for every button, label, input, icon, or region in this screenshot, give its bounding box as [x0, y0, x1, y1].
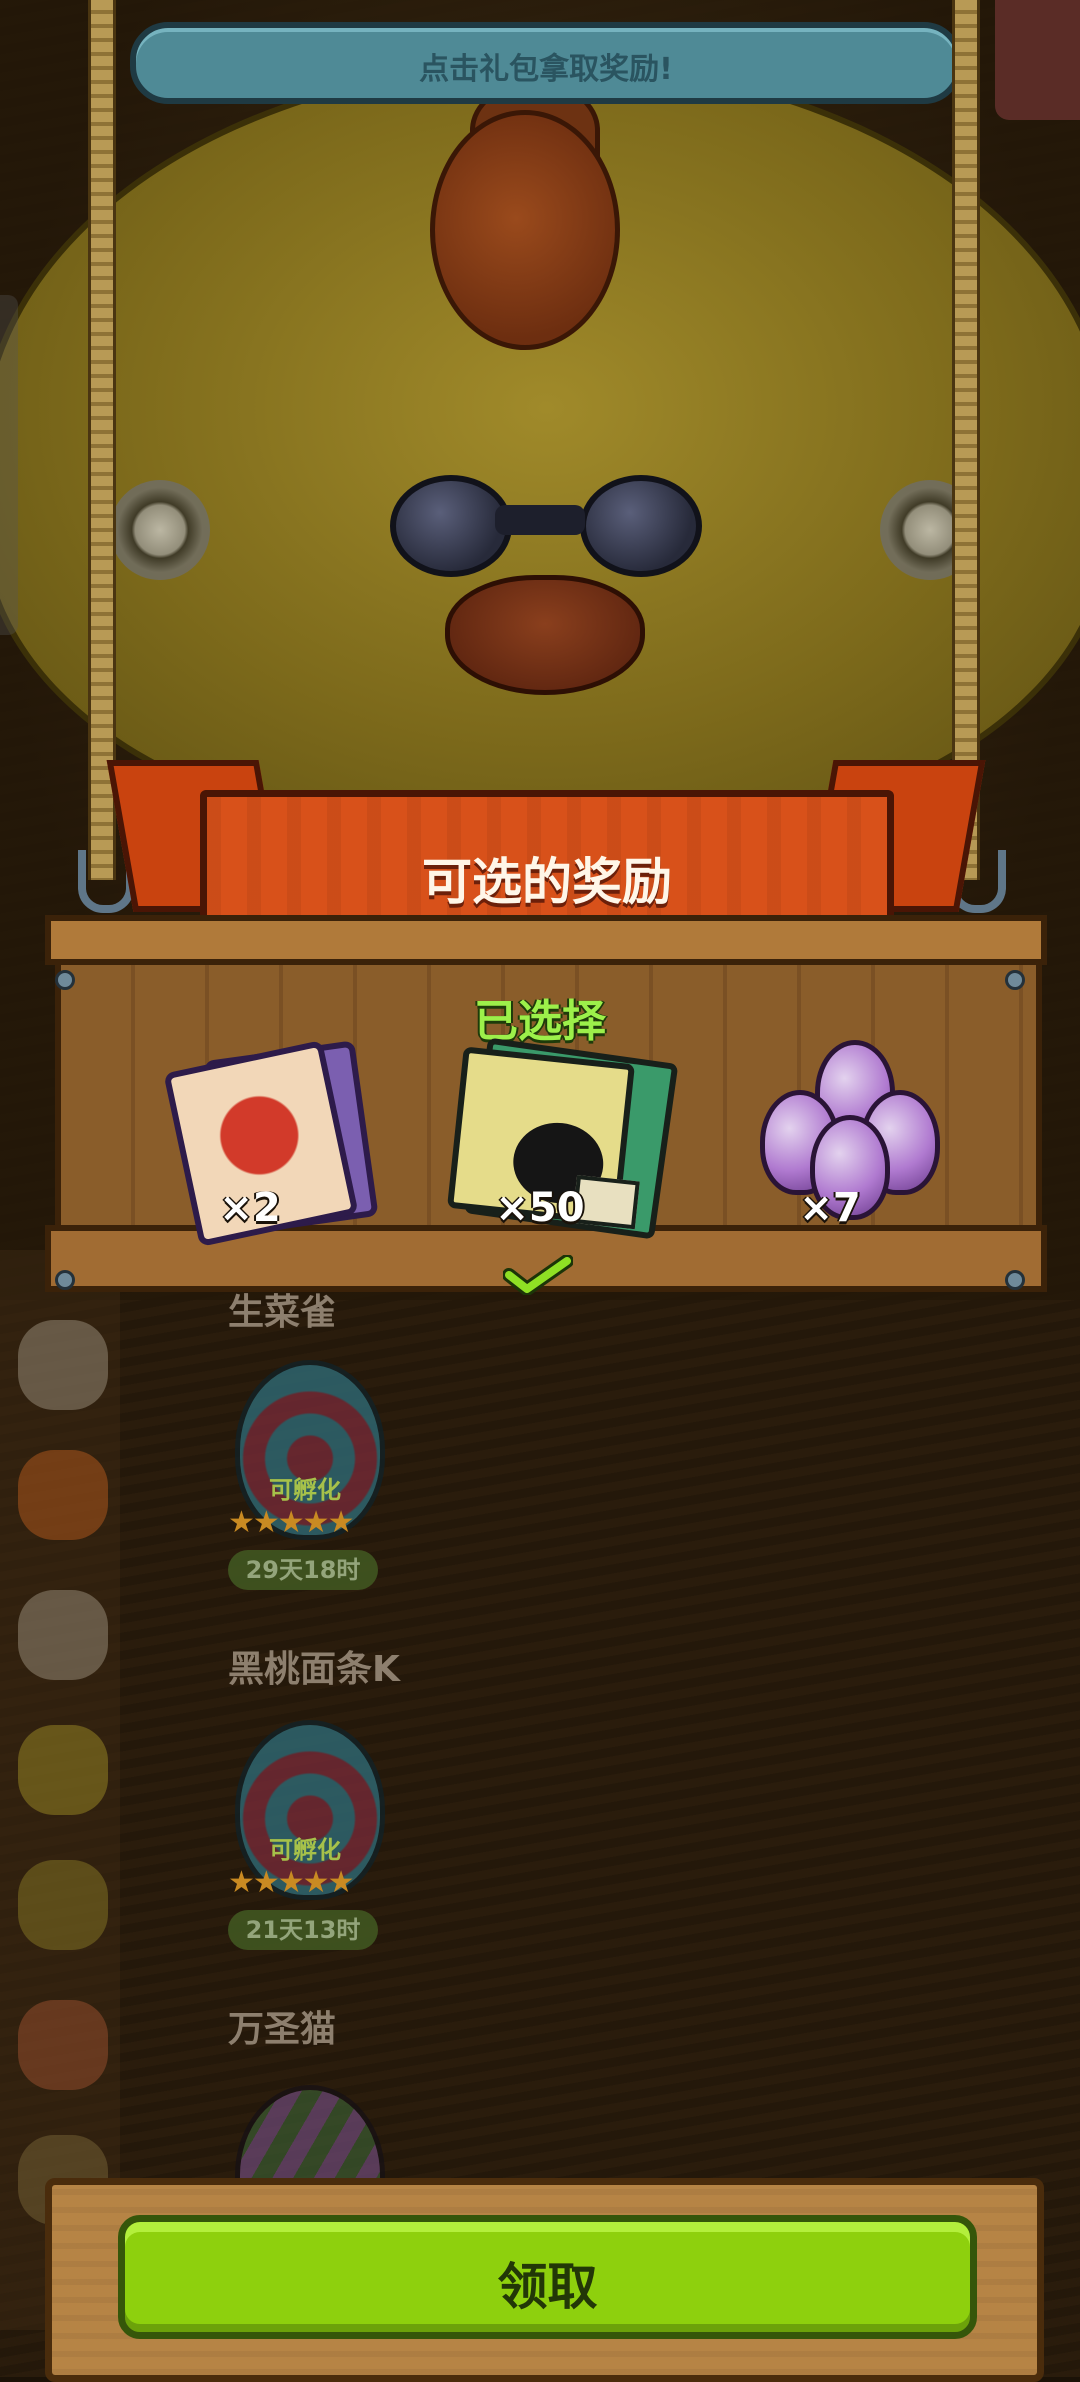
rating-stars: ★★★★★ — [228, 1865, 354, 1900]
goggle-bridge-illustration — [495, 505, 585, 535]
chick-tuft-illustration — [430, 110, 620, 350]
nail-icon — [1005, 1270, 1025, 1290]
rope — [952, 0, 980, 880]
nail-icon — [55, 1270, 75, 1290]
rating-stars: ★★★★★ — [228, 1505, 354, 1540]
shelf-plank — [45, 915, 1047, 965]
list-item-title: 黑桃面条K — [228, 1649, 400, 1690]
reward-quantity: ×7 — [799, 1185, 861, 1231]
checkmark-icon — [503, 1255, 573, 1295]
rope — [88, 0, 116, 880]
reward-quantity: ×50 — [495, 1185, 585, 1231]
list-item-title: 万圣猫 — [228, 2009, 337, 2050]
gift-icon — [995, 0, 1080, 120]
creature-avatar — [18, 1860, 108, 1950]
egg-status: 可孵化 — [269, 1476, 341, 1504]
claim-button[interactable]: 领取 — [118, 2215, 977, 2339]
chick-beak-illustration — [445, 575, 645, 695]
reward-quantity: ×2 — [219, 1185, 281, 1231]
goggle-illustration — [580, 475, 702, 577]
creature-avatar — [18, 2000, 108, 2090]
creature-avatar — [18, 1725, 108, 1815]
hint-text: 点击礼包拿取奖励! — [419, 52, 673, 87]
claim-button-label: 领取 — [497, 2258, 598, 2316]
creature-avatar — [18, 1320, 108, 1410]
hatch-timer: 29天18时 — [228, 1550, 378, 1590]
side-handle — [0, 295, 18, 635]
creature-avatar — [18, 1450, 108, 1540]
creature-avatar — [18, 1590, 108, 1680]
panel-title: 可选的奖励 — [422, 853, 672, 911]
hatch-timer: 21天13时 — [228, 1910, 378, 1950]
goggle-illustration — [390, 475, 512, 577]
egg-status: 可孵化 — [269, 1836, 341, 1864]
nail-icon — [1005, 970, 1025, 990]
nail-icon — [55, 970, 75, 990]
hint-bar: 点击礼包拿取奖励! — [130, 22, 962, 104]
chick-eye-illustration — [110, 480, 210, 580]
